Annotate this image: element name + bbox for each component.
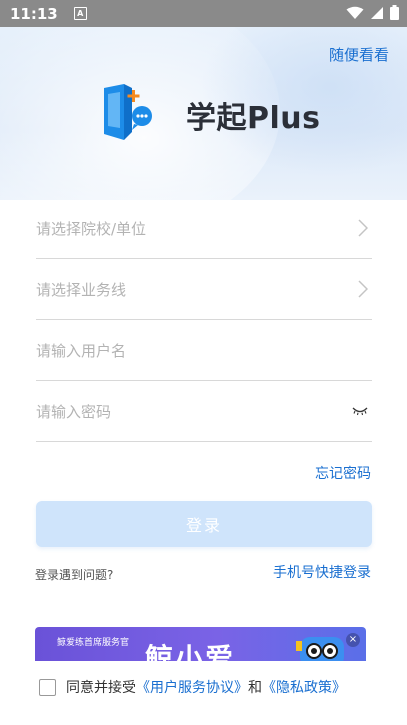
notification-app-icon: A	[73, 7, 87, 20]
school-placeholder: 请选择院校/单位	[36, 219, 147, 238]
close-icon[interactable]: ×	[346, 633, 360, 647]
brand-name: 学起Plus	[186, 101, 321, 136]
agreement-prefix: 同意并接受	[66, 680, 136, 696]
banner-headline: 鲸小爱	[145, 642, 236, 661]
business-line-select[interactable]: 请选择业务线	[36, 259, 372, 320]
battery-icon	[390, 5, 399, 20]
hero-header: 随便看看 学起Plus	[0, 27, 407, 200]
app-logo-icon	[104, 84, 152, 140]
login-problem-link[interactable]: 登录遇到问题?	[35, 566, 113, 583]
chevron-right-icon	[358, 219, 368, 237]
school-select[interactable]: 请选择院校/单位	[36, 198, 372, 259]
privacy-policy-link[interactable]: 《隐私政策》	[262, 680, 346, 696]
mascot-icon	[296, 637, 344, 661]
agreement-text: 同意并接受《用户服务协议》和《隐私政策》	[66, 677, 346, 697]
agreement-checkbox[interactable]	[39, 678, 56, 696]
bottom-safe-area	[0, 713, 407, 725]
username-input[interactable]: 请输入用户名	[36, 320, 372, 381]
login-button[interactable]: 登录	[36, 501, 372, 547]
username-placeholder: 请输入用户名	[36, 341, 127, 360]
banner-tag: 鲸爱练首席服务官	[57, 638, 130, 648]
agreement-bar: 同意并接受《用户服务协议》和《隐私政策》	[0, 661, 407, 713]
status-bar: 11:13 A	[0, 0, 407, 27]
status-time: 11:13	[10, 4, 58, 23]
user-agreement-link[interactable]: 《用户服务协议》	[136, 680, 248, 696]
browse-button[interactable]: 随便看看	[329, 44, 389, 65]
status-icons	[346, 5, 399, 20]
business-placeholder: 请选择业务线	[36, 280, 127, 299]
promo-banner[interactable]: 鲸爱练首席服务官 鲸小爱 ×	[35, 627, 366, 661]
password-placeholder: 请输入密码	[36, 402, 112, 421]
eye-closed-icon[interactable]	[352, 406, 368, 416]
signal-icon	[371, 6, 383, 19]
password-input[interactable]: 请输入密码	[36, 381, 372, 442]
forgot-password-link[interactable]: 忘记密码	[315, 463, 371, 483]
sms-login-link[interactable]: 手机号快捷登录	[273, 562, 371, 582]
agreement-and: 和	[248, 680, 262, 696]
chevron-right-icon	[358, 280, 368, 298]
wifi-icon	[346, 6, 364, 19]
